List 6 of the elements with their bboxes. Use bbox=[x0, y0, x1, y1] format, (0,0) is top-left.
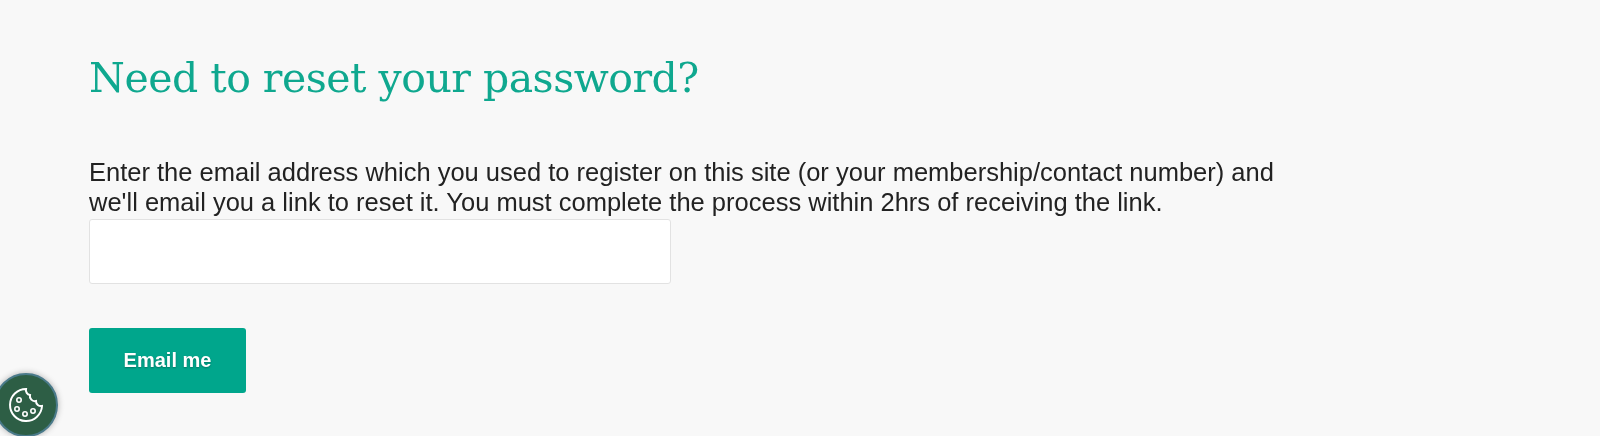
cookie-icon bbox=[6, 385, 46, 425]
cookie-settings-button[interactable] bbox=[0, 373, 58, 436]
instructions-text: Enter the email address which you used to register on this site (or your membership/contact number) and we'll email you a link to reset it. You must complete the process within 2hrs of receiving the link. bbox=[89, 157, 1275, 218]
email-field[interactable] bbox=[89, 219, 671, 285]
page-heading: Need to reset your password? bbox=[89, 53, 699, 104]
email-me-button[interactable]: Email me bbox=[89, 328, 246, 394]
